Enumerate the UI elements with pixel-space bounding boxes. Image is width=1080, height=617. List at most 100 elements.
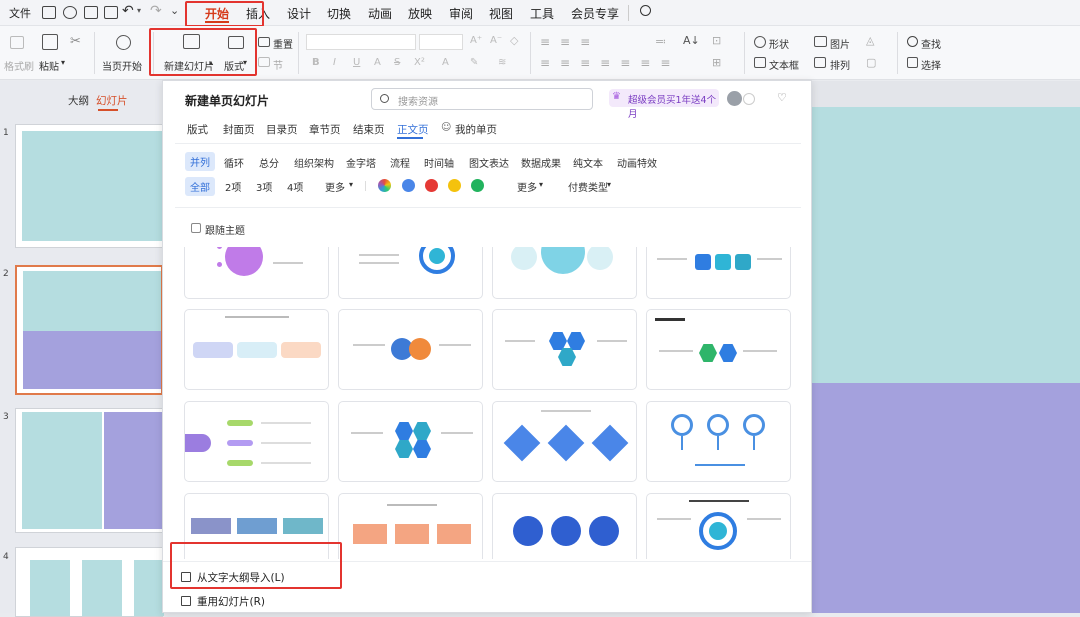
bold-icon[interactable]: B [312, 57, 320, 68]
find-button[interactable]: 查找 [921, 36, 941, 51]
slide-thumbnail-4[interactable] [15, 547, 164, 617]
font-name-input[interactable] [306, 34, 416, 50]
shadow-icon[interactable]: A [374, 57, 381, 68]
pay-type-filter[interactable]: 付费类型 [568, 179, 608, 194]
char-spacing-icon[interactable]: ≋ [498, 57, 506, 68]
print-icon[interactable] [84, 6, 98, 19]
textbox-button[interactable]: 文本框 [769, 57, 799, 72]
arrange-button[interactable]: 排列 [830, 57, 850, 72]
template-card[interactable] [492, 309, 637, 390]
category-process[interactable]: 流程 [390, 155, 410, 170]
filter-more[interactable]: 更多 [325, 179, 345, 194]
template-card[interactable] [646, 309, 791, 390]
tab-outline[interactable]: 大纲 [68, 93, 89, 108]
category-animation[interactable]: 动画特效 [617, 155, 657, 170]
import-outline-button[interactable]: 从文字大纲导入(L) [197, 570, 285, 585]
tab-my-slides[interactable]: 我的单页 [455, 122, 497, 137]
superscript-icon[interactable]: X² [414, 57, 425, 68]
format-painter-label[interactable]: 格式刷 [4, 58, 34, 73]
section-button[interactable]: 节 [273, 57, 283, 72]
template-card[interactable] [492, 493, 637, 559]
tab-body[interactable]: 正文页 [397, 122, 429, 137]
template-card[interactable] [338, 247, 483, 299]
promo-banner[interactable]: ♛ 超级会员买1年送4个月 [609, 89, 719, 120]
layout-icon[interactable] [228, 36, 244, 49]
template-card[interactable] [646, 493, 791, 559]
layout-button[interactable]: 版式 [224, 58, 244, 73]
color-all-swatch[interactable] [378, 179, 391, 192]
font-color-icon[interactable]: A [442, 57, 449, 68]
font-size-input[interactable] [419, 34, 463, 50]
search-icon[interactable] [640, 5, 651, 16]
follow-theme-checkbox[interactable] [191, 223, 201, 233]
slide-thumbnail-3[interactable] [15, 408, 163, 533]
color-red-swatch[interactable] [425, 179, 438, 192]
textbox-icon[interactable] [754, 57, 766, 68]
outline-icon[interactable]: ▢ [866, 56, 876, 69]
template-card[interactable] [338, 401, 483, 482]
tab-view[interactable]: 视图 [489, 5, 513, 22]
category-image-text[interactable]: 图文表达 [469, 155, 509, 170]
tab-chapter[interactable]: 章节页 [309, 122, 341, 137]
cut-icon[interactable]: ✂ [70, 34, 81, 49]
tab-layout[interactable]: 版式 [187, 122, 208, 137]
tab-ending[interactable]: 结束页 [353, 122, 385, 137]
tab-tools[interactable]: 工具 [530, 5, 554, 22]
slide-thumbnail-1[interactable] [15, 124, 163, 248]
category-data[interactable]: 数据成果 [521, 155, 561, 170]
play-from-current-icon[interactable] [116, 35, 131, 50]
new-slide-button[interactable]: 新建幻灯片 [164, 58, 214, 73]
alignment-tools-icon[interactable]: ≡≡≡≡≡≡≡ [540, 56, 680, 70]
menu-file[interactable]: 文件 [9, 5, 31, 21]
select-icon[interactable] [907, 57, 918, 68]
slide-thumbnail-2[interactable] [15, 265, 163, 395]
picture-icon[interactable] [814, 36, 827, 47]
more-chevron-icon[interactable]: ⌄ [170, 4, 179, 17]
paste-dropdown-icon[interactable]: ▾ [61, 58, 65, 67]
category-summary[interactable]: 总分 [259, 155, 279, 170]
category-parallel[interactable]: 并列 [185, 152, 215, 171]
template-card[interactable] [184, 493, 329, 559]
tab-design[interactable]: 设计 [287, 5, 311, 22]
template-card[interactable] [338, 309, 483, 390]
tab-insert[interactable]: 插入 [246, 5, 270, 22]
color-more[interactable]: 更多 [517, 179, 537, 194]
color-green-swatch[interactable] [471, 179, 484, 192]
tab-slideshow[interactable]: 放映 [408, 5, 432, 22]
template-card[interactable] [338, 493, 483, 559]
template-card[interactable] [646, 401, 791, 482]
tab-transition[interactable]: 切换 [327, 5, 351, 22]
save-icon[interactable] [42, 6, 56, 19]
tab-slides[interactable]: 幻灯片 [96, 93, 128, 108]
headset-icon[interactable]: ♡ [777, 91, 787, 104]
category-org[interactable]: 组织架构 [294, 155, 334, 170]
underline-icon[interactable]: U [353, 57, 360, 68]
reuse-slides-button[interactable]: 重用幻灯片(R) [197, 594, 265, 609]
filter-4[interactable]: 4项 [287, 179, 303, 194]
strikethrough-icon[interactable]: S [394, 57, 400, 68]
highlight-icon[interactable]: ✎ [470, 57, 478, 68]
redo-icon[interactable]: ↷ [150, 3, 162, 19]
category-plain-text[interactable]: 纯文本 [573, 155, 603, 170]
filter-2[interactable]: 2项 [225, 179, 241, 194]
paste-icon[interactable] [42, 34, 58, 50]
from-current-button[interactable]: 当页开始 [102, 58, 142, 73]
format-painter-icon[interactable] [10, 36, 24, 49]
line-spacing-icon[interactable]: ≕ [655, 35, 666, 48]
section-icon[interactable] [258, 57, 270, 67]
template-card[interactable] [492, 247, 637, 299]
columns-icon[interactable]: ⊞ [712, 56, 721, 69]
font-grow-icon[interactable]: A⁺ [470, 35, 482, 46]
shape-button[interactable]: 形状 [769, 36, 789, 51]
undo-icon[interactable]: ↶ [122, 3, 134, 19]
paste-label[interactable]: 粘贴 [39, 58, 59, 73]
filter-3[interactable]: 3项 [256, 179, 272, 194]
print-preview-icon[interactable] [104, 6, 118, 19]
shape-icon[interactable] [754, 36, 766, 48]
template-card[interactable] [184, 401, 329, 482]
share-icon[interactable] [63, 6, 77, 19]
category-cycle[interactable]: 循环 [224, 155, 244, 170]
slide-top-block[interactable] [812, 107, 1080, 383]
find-icon[interactable] [907, 36, 918, 47]
fill-icon[interactable]: ◬ [866, 34, 874, 47]
